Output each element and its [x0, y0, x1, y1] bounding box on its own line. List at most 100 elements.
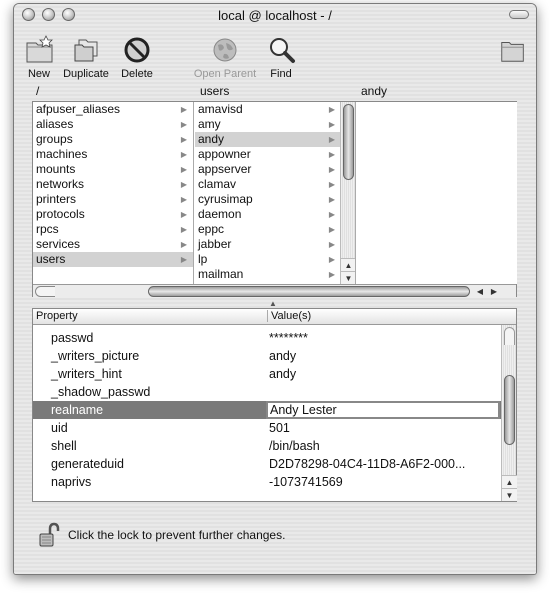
- browser-item-daemon[interactable]: daemon ▶: [195, 207, 355, 222]
- property-row-generateduid[interactable]: generateduid D2D78298-04C4-11D8-A6F2-000.…: [33, 455, 501, 473]
- disclosure-arrow-icon: ▶: [180, 225, 187, 234]
- property-row-naprivs[interactable]: naprivs -1073741569: [33, 473, 501, 491]
- browser-item-label: lp: [198, 252, 208, 266]
- disclosure-arrow-icon: ▶: [180, 165, 187, 174]
- properties-scroll-thumb[interactable]: [504, 375, 515, 445]
- scroll-up-arrow-icon[interactable]: ▲: [341, 258, 355, 271]
- horizontal-scroll-thumb[interactable]: [148, 286, 470, 297]
- browser-item-label: cyrusimap: [198, 192, 253, 206]
- disclosure-arrow-icon: ▶: [328, 105, 335, 114]
- browser-item-label: services: [36, 237, 81, 251]
- values-column-header[interactable]: Value(s): [267, 310, 311, 322]
- split-handle-icon[interactable]: ▲: [269, 299, 277, 308]
- property-key: realname: [51, 403, 104, 417]
- duplicate-label: Duplicate: [63, 68, 109, 80]
- browser-column-andy[interactable]: [357, 102, 517, 284]
- browser-column-root[interactable]: afpuser_aliases ▶ aliases ▶ groups ▶ machines ▶…: [33, 102, 194, 284]
- property-value-editor[interactable]: Andy Lester: [266, 401, 500, 419]
- property-value: 501: [269, 421, 290, 435]
- title-bar[interactable]: local @ localhost - /: [14, 4, 536, 26]
- property-value: andy: [269, 349, 297, 363]
- disclosure-arrow-icon: ▶: [180, 180, 187, 189]
- browser-item-jabber[interactable]: jabber ▶: [195, 237, 355, 252]
- browser-item-users[interactable]: users ▶: [33, 252, 193, 267]
- property-key: passwd: [51, 331, 94, 345]
- unlocked-padlock-icon[interactable]: [38, 522, 60, 548]
- browser-item-amy[interactable]: amy ▶: [195, 117, 355, 132]
- toolbar-toggle-button[interactable]: [509, 10, 529, 19]
- property-row-writers-hint[interactable]: _writers_hint andy: [33, 365, 501, 383]
- browser-column-users[interactable]: amavisd ▶ amy ▶ andy ▶ appowner ▶ appserver ▶ clam…: [195, 102, 356, 284]
- browser-item-services[interactable]: services ▶: [33, 237, 193, 252]
- scroll-up-arrow-icon[interactable]: ▲: [502, 475, 517, 488]
- property-key: naprivs: [51, 475, 92, 489]
- property-row-uid[interactable]: uid 501: [33, 419, 501, 437]
- disclosure-arrow-icon: ▶: [180, 210, 187, 219]
- disclosure-arrow-icon: ▶: [328, 135, 335, 144]
- browser-item-machines[interactable]: machines ▶: [33, 147, 193, 162]
- property-value: andy: [269, 367, 297, 381]
- disclosure-arrow-icon: ▶: [328, 195, 335, 204]
- browser-item-clamav[interactable]: clamav ▶: [195, 177, 355, 192]
- property-key: generateduid: [51, 457, 124, 471]
- scroll-down-arrow-icon[interactable]: ▼: [502, 488, 517, 501]
- browser-item-protocols[interactable]: protocols ▶: [33, 207, 193, 222]
- browser-item-eppc[interactable]: eppc ▶: [195, 222, 355, 237]
- browser-item-andy[interactable]: andy ▶: [195, 132, 355, 147]
- disclosure-arrow-icon: ▶: [180, 240, 187, 249]
- property-row-shadow-passwd[interactable]: _shadow_passwd: [33, 383, 501, 401]
- browser-item-appowner[interactable]: appowner ▶: [195, 147, 355, 162]
- browser-item-label: machines: [36, 147, 88, 161]
- browser-item-networks[interactable]: networks ▶: [33, 177, 193, 192]
- duplicate-icon: [74, 39, 98, 62]
- property-key: uid: [51, 421, 68, 435]
- property-column-header[interactable]: Property: [36, 310, 78, 322]
- browser-item-label: protocols: [36, 207, 85, 221]
- property-row-shell[interactable]: shell/bin/bash: [33, 437, 501, 455]
- new-label: New: [27, 68, 50, 80]
- column-vertical-scrollbar[interactable]: ▲ ▼: [340, 102, 355, 284]
- property-value: -1073741569: [269, 475, 343, 489]
- property-row-passwd[interactable]: passwd ********: [33, 329, 501, 347]
- scroll-right-arrow-icon[interactable]: ▶: [488, 285, 500, 298]
- column-browser: afpuser_aliases ▶ aliases ▶ groups ▶ machines ▶…: [32, 101, 517, 298]
- disclosure-arrow-icon: ▶: [180, 135, 187, 144]
- browser-item-label: afpuser_aliases: [36, 102, 121, 116]
- browser-item-lp[interactable]: lp ▶: [195, 252, 355, 267]
- magnifier-icon: [270, 38, 295, 63]
- folder-icon[interactable]: [498, 34, 528, 66]
- main-window: local @ localhost - / New Duplicate Dele: [13, 3, 537, 575]
- delete-label: Delete: [121, 68, 153, 80]
- property-row-writers-picture[interactable]: _writers_picture andy: [33, 347, 501, 365]
- browser-item-groups[interactable]: groups ▶: [33, 132, 193, 147]
- browser-item-mailman[interactable]: mailman ▶: [195, 267, 355, 282]
- browser-item-label: clamav: [198, 177, 237, 191]
- duplicate-button[interactable]: Duplicate: [61, 34, 111, 80]
- new-button[interactable]: New: [24, 34, 54, 80]
- browser-item-label: daemon: [198, 207, 242, 221]
- browser-item-aliases[interactable]: aliases ▶: [33, 117, 193, 132]
- browser-item-amavisd[interactable]: amavisd ▶: [195, 102, 355, 117]
- property-row-realname[interactable]: realname Andy Lester: [33, 401, 501, 419]
- column-header-andy: andy: [361, 84, 388, 98]
- browser-item-printers[interactable]: printers ▶: [33, 192, 193, 207]
- open-parent-button[interactable]: Open Parent: [192, 34, 258, 80]
- scroll-down-arrow-icon[interactable]: ▼: [341, 271, 355, 284]
- find-button[interactable]: Find: [266, 34, 296, 80]
- scroll-left-arrow-icon[interactable]: ◀: [474, 285, 486, 298]
- browser-item-cyrusimap[interactable]: cyrusimap ▶: [195, 192, 355, 207]
- scroll-thumb[interactable]: [343, 104, 354, 180]
- browser-item-appserver[interactable]: appserver ▶: [195, 162, 355, 177]
- horizontal-scrollbar[interactable]: ◀ ▶: [33, 284, 516, 298]
- browser-item-mounts[interactable]: mounts ▶: [33, 162, 193, 177]
- disclosure-arrow-icon: ▶: [328, 270, 335, 279]
- browser-item-label: users: [36, 252, 66, 266]
- browser-item-rpcs[interactable]: rpcs ▶: [33, 222, 193, 237]
- delete-button[interactable]: Delete: [118, 34, 156, 80]
- globe-icon: [213, 38, 237, 62]
- property-value: /bin/bash: [269, 439, 320, 453]
- disclosure-arrow-icon: ▶: [328, 225, 335, 234]
- browser-item-afpuser-aliases[interactable]: afpuser_aliases ▶: [33, 102, 193, 117]
- disclosure-arrow-icon: ▶: [328, 165, 335, 174]
- properties-vertical-scrollbar[interactable]: ▲ ▼: [501, 325, 517, 501]
